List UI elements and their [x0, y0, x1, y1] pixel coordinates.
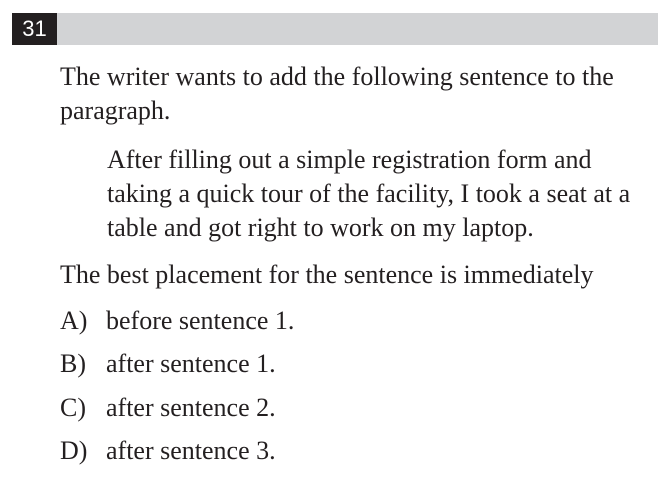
quoted-sentence: After filling out a simple registration …: [107, 145, 631, 242]
choice-letter: B): [60, 349, 86, 378]
choice-text: after sentence 1.: [106, 349, 276, 378]
choice-d[interactable]: D) after sentence 3.: [60, 434, 460, 468]
choice-text: after sentence 3.: [106, 436, 276, 465]
question-stem: The writer wants to add the following se…: [60, 62, 614, 125]
question-prompt: The best placement for the sentence is i…: [60, 260, 594, 289]
question-number: 31: [12, 13, 57, 45]
choice-text: before sentence 1.: [106, 306, 295, 335]
choice-a[interactable]: A) before sentence 1.: [60, 304, 460, 338]
choice-c[interactable]: C) after sentence 2.: [60, 391, 460, 425]
choice-text: after sentence 2.: [106, 393, 276, 422]
choice-b[interactable]: B) after sentence 1.: [60, 347, 460, 381]
question-header-bar: 31: [12, 13, 658, 45]
choice-letter: D): [60, 436, 88, 465]
choice-letter: C): [60, 393, 86, 422]
choice-letter: A): [60, 306, 88, 335]
